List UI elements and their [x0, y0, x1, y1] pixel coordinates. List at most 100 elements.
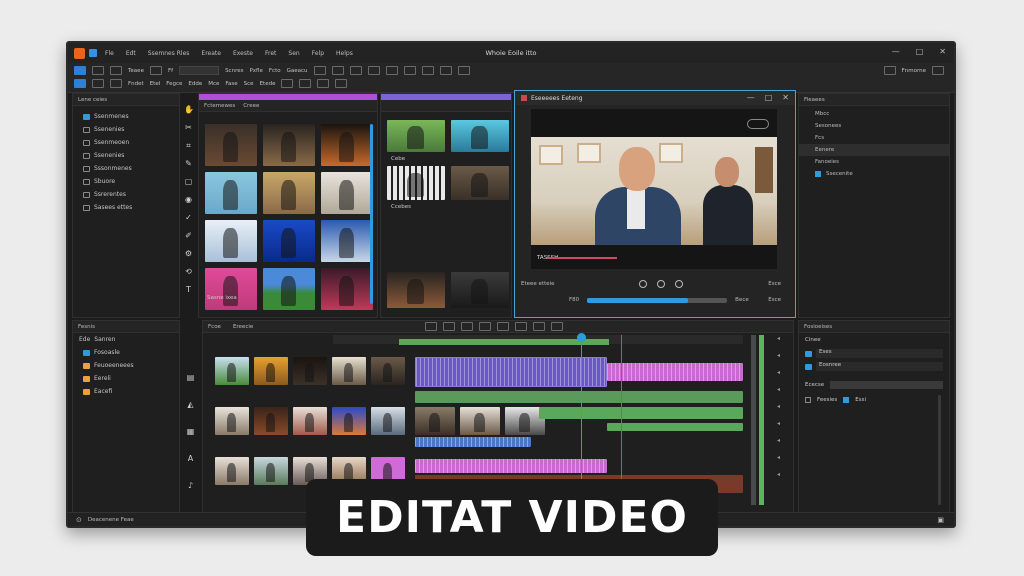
menu-item[interactable]: Fret: [265, 50, 276, 57]
workspace-label[interactable]: Fnmorne: [902, 68, 926, 74]
marker-icon[interactable]: ◭: [186, 400, 195, 409]
toolbar-icon[interactable]: [317, 79, 330, 88]
toolbar-label[interactable]: Fcto: [269, 68, 281, 74]
library-item[interactable]: Ssrerentes: [73, 188, 179, 201]
minimize-button[interactable]: —: [892, 47, 900, 56]
timeline-tool-icon[interactable]: [533, 322, 546, 331]
library-item[interactable]: Ssenmeoen: [73, 136, 179, 149]
media-thumb[interactable]: [451, 120, 509, 152]
media-thumb[interactable]: [321, 268, 373, 310]
loop-icon[interactable]: [675, 280, 684, 288]
bin-1-scrollbar[interactable]: [370, 124, 373, 304]
toolbar-icon[interactable]: [149, 66, 162, 75]
timeline-clip-thumb[interactable]: [293, 407, 327, 435]
audio-clip-green[interactable]: [415, 391, 743, 403]
effect-item[interactable]: Mbcc: [799, 108, 949, 120]
effect-item[interactable]: Fcs: [799, 132, 949, 144]
checkbox-checked[interactable]: [843, 397, 850, 403]
undo-button[interactable]: [92, 66, 104, 75]
timeline-clip-thumb[interactable]: [254, 407, 288, 435]
timeline-tool-icon[interactable]: [425, 322, 438, 331]
media-thumb[interactable]: [321, 220, 373, 262]
track-toggle-icon[interactable]: ◂: [777, 420, 780, 427]
audio-clip-blue[interactable]: [415, 437, 531, 447]
toolbar-label[interactable]: Gaeacu: [287, 68, 308, 74]
media-thumb[interactable]: [321, 124, 373, 166]
media-thumb[interactable]: [205, 220, 257, 262]
toolbar-label[interactable]: Fndet: [128, 81, 144, 87]
bin-tab[interactable]: Fctemewes: [204, 103, 235, 109]
project-item[interactable]: Eacefi: [73, 385, 179, 398]
library-item[interactable]: Ssenmenes: [73, 110, 179, 123]
media-thumb[interactable]: [205, 124, 257, 166]
settings-icon[interactable]: [932, 66, 944, 75]
media-thumb[interactable]: [205, 268, 257, 310]
timeline-tab[interactable]: Fcoe: [208, 324, 221, 330]
timeline-clip-thumb[interactable]: [460, 407, 500, 435]
timeline-clip-thumb[interactable]: [215, 407, 249, 435]
preview-close-button[interactable]: ✕: [782, 93, 789, 102]
layout-icon[interactable]: ▣: [937, 516, 944, 524]
effect-item-selected[interactable]: Eenere: [799, 144, 949, 156]
preview-progress-bar[interactable]: [587, 297, 728, 303]
track-clip-green[interactable]: [607, 423, 743, 431]
properties-scrollbar[interactable]: [938, 395, 941, 505]
media-thumb[interactable]: [387, 166, 445, 200]
media-thumb[interactable]: [263, 124, 315, 166]
stop-icon[interactable]: [657, 280, 666, 288]
razor-tool-button[interactable]: [74, 79, 86, 88]
play-icon[interactable]: [639, 280, 648, 288]
text-icon[interactable]: A: [186, 454, 195, 463]
timeline-tool-icon[interactable]: [515, 322, 528, 331]
playhead-handle[interactable]: [577, 333, 586, 342]
toolbar-icon[interactable]: [349, 66, 362, 75]
media-thumb[interactable]: [321, 172, 373, 214]
grid-view-icon[interactable]: ▦: [186, 427, 195, 436]
track-toggle-icon[interactable]: ◂: [777, 403, 780, 410]
timeline-clip-thumb[interactable]: [254, 457, 288, 485]
toolbar-label[interactable]: Edde: [188, 81, 202, 87]
timeline-tool-icon[interactable]: [461, 322, 474, 331]
pen-icon[interactable]: ✎: [184, 159, 193, 168]
effect-item[interactable]: Fanoeies: [799, 156, 949, 168]
rotate-icon[interactable]: ⟲: [184, 267, 193, 276]
track-clip-green[interactable]: [539, 407, 743, 419]
toolbar-icon[interactable]: [385, 66, 398, 75]
toolbar-icon[interactable]: [335, 79, 348, 88]
timeline-tool-icon[interactable]: [551, 322, 564, 331]
bin-tab[interactable]: Creee: [243, 103, 259, 109]
toolbar-label[interactable]: Fase: [225, 81, 237, 87]
timeline-clip-thumb[interactable]: [254, 357, 288, 385]
check-icon[interactable]: ✓: [184, 213, 193, 222]
media-thumb[interactable]: [205, 172, 257, 214]
toolbar-icon[interactable]: [403, 66, 416, 75]
text-tool-icon[interactable]: T: [184, 285, 193, 294]
timeline-tool-icon[interactable]: [497, 322, 510, 331]
maximize-button[interactable]: □: [916, 47, 924, 56]
close-button[interactable]: ✕: [939, 47, 946, 56]
project-item[interactable]: Feuoeeneees: [73, 359, 179, 372]
track-toggle-icon[interactable]: ◂: [777, 369, 780, 376]
toolbar-label[interactable]: Scnres: [225, 68, 243, 74]
timeline-clip-thumb[interactable]: [371, 407, 405, 435]
library-item[interactable]: Sasees ettes: [73, 201, 179, 214]
toolbar-label[interactable]: Ff: [168, 68, 173, 74]
timeline-clip-thumb[interactable]: [332, 357, 366, 385]
media-thumb[interactable]: [387, 120, 445, 152]
toolbar-label[interactable]: Pxfle: [249, 68, 262, 74]
menu-item[interactable]: Edt: [126, 50, 136, 57]
menu-item[interactable]: Helps: [336, 50, 353, 57]
menu-item[interactable]: Ereate: [201, 50, 221, 57]
audio-clip-purple[interactable]: [415, 357, 607, 387]
toolbar-label[interactable]: Teaee: [128, 68, 144, 74]
toolbar-icon[interactable]: [367, 66, 380, 75]
menu-item[interactable]: Ssemnes Rles: [148, 50, 190, 57]
timeline-tool-icon[interactable]: [443, 322, 456, 331]
workspace-icon[interactable]: [883, 66, 896, 75]
menu-item[interactable]: Fle: [105, 50, 114, 57]
toolbar-icon[interactable]: [110, 79, 122, 88]
timeline-clip-thumb[interactable]: [215, 457, 249, 485]
media-thumb[interactable]: [263, 172, 315, 214]
project-item[interactable]: Eereli: [73, 372, 179, 385]
list-view-icon[interactable]: ▤: [186, 373, 195, 382]
